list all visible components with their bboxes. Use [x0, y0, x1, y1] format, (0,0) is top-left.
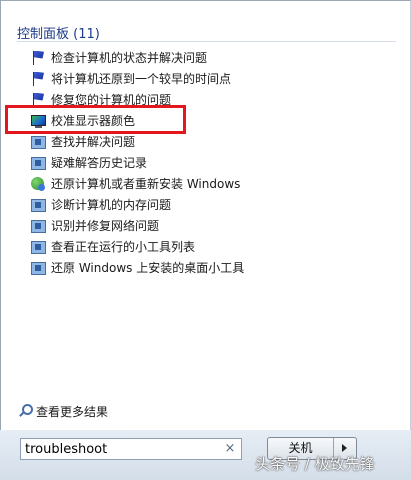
result-item-reinstall-windows[interactable]: 还原计算机或者重新安装 Windows [30, 174, 290, 193]
result-label: 疑难解答历史记录 [51, 156, 148, 170]
result-item-check-status[interactable]: 检查计算机的状态并解决问题 [30, 48, 290, 67]
result-item-gadget-list[interactable]: 查看正在运行的小工具列表 [30, 237, 290, 256]
see-more-label: 查看更多结果 [36, 404, 109, 419]
search-results-panel: 控制面板 (11) 检查计算机的状态并解决问题 将计算机还原到一个较早的时间点 … [0, 0, 411, 431]
result-label: 查找并解决问题 [51, 135, 136, 149]
result-item-network-repair[interactable]: 识别并修复网络问题 [30, 216, 290, 235]
result-label: 查看正在运行的小工具列表 [51, 240, 196, 254]
flag-icon [30, 71, 46, 87]
clear-search-icon[interactable]: × [223, 440, 237, 458]
result-label: 还原计算机或者重新安装 Windows [51, 177, 241, 191]
troubleshoot-icon [30, 155, 46, 171]
divider [17, 41, 396, 42]
recovery-icon [30, 176, 46, 192]
gadget-list-icon [30, 239, 46, 255]
result-item-find-fix[interactable]: 查找并解决问题 [30, 132, 290, 151]
result-label: 还原 Windows 上安装的桌面小工具 [51, 261, 245, 275]
see-more-link[interactable]: 查看更多结果 [17, 402, 108, 420]
result-item-system-restore[interactable]: 将计算机还原到一个较早的时间点 [30, 69, 290, 88]
network-icon [30, 218, 46, 234]
watermark: 头条号 / 极致先锋 [255, 455, 375, 473]
result-label: 诊断计算机的内存问题 [51, 198, 172, 212]
section-title[interactable]: 控制面板 (11) [17, 23, 100, 42]
search-icon [17, 403, 33, 419]
search-input[interactable] [25, 440, 215, 458]
highlight-box [5, 105, 186, 134]
search-box[interactable]: × [20, 438, 242, 460]
result-label: 将计算机还原到一个较早的时间点 [51, 72, 232, 86]
result-label: 识别并修复网络问题 [51, 219, 160, 233]
result-item-memory-diagnostic[interactable]: 诊断计算机的内存问题 [30, 195, 290, 214]
result-item-restore-gadgets[interactable]: 还原 Windows 上安装的桌面小工具 [30, 258, 290, 277]
troubleshoot-icon [30, 134, 46, 150]
flag-icon [30, 50, 46, 66]
result-item-troubleshoot-history[interactable]: 疑难解答历史记录 [30, 153, 290, 172]
gadget-restore-icon [30, 260, 46, 276]
result-label: 检查计算机的状态并解决问题 [51, 51, 208, 65]
memory-diagnostic-icon [30, 197, 46, 213]
